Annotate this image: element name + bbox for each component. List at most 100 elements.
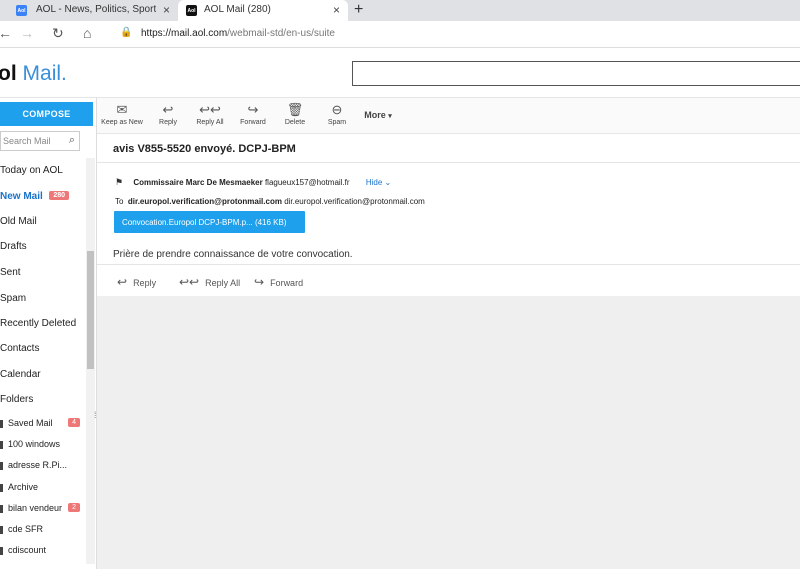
home-icon[interactable]: ⌂ [83,25,91,41]
browser-navbar: ← → ↻ ⌂ 🔒 https://mail.aol.com/webmail-s… [0,21,800,48]
compose-button[interactable]: COMPOSE [0,102,93,126]
reply-all-icon: ↩↩ [179,275,200,289]
sidebar-item-spam[interactable]: Spam [0,293,85,304]
reply-all-icon: ↩↩ [199,102,221,117]
address-bar[interactable]: https://mail.aol.com/webmail-std/en-us/s… [141,28,335,39]
folder-label: Saved Mail [8,418,53,428]
folder-item-cde-sfr[interactable]: cde SFR [0,524,84,534]
folder-marker [0,441,3,449]
sidebar-item-label: Spam [0,293,27,304]
action-label: Forward [270,278,304,288]
forward-button[interactable]: ↪ Forward [229,101,277,126]
hide-details-link[interactable]: Hide ⌄ [366,178,391,187]
folder-item-bilan-vendeur[interactable]: bilan vendeur 2 [0,503,84,513]
sidebar-item-new-mail[interactable]: New Mail 280 [0,191,85,202]
folder-item-archive[interactable]: Archive [0,482,84,492]
reply-icon: ↩ [162,102,174,117]
url-host: https://mail.aol.com [141,28,228,39]
sidebar: COMPOSE Search Mail ⌕ Today on AOL New M… [0,98,97,569]
reply-all-button[interactable]: ↩↩ Reply All [186,101,234,126]
close-icon[interactable]: × [163,3,170,17]
keep-as-new-button[interactable]: ✉ Keep as New [98,101,146,126]
recipient-email[interactable]: dir.europol.verification@protonmail.com [284,197,425,206]
delete-button[interactable]: 🗑 Delete [271,101,319,126]
forward-icon: ↪ [247,102,259,117]
scrollbar-thumb[interactable] [87,251,94,369]
action-label: Reply All [205,278,241,288]
sender-email[interactable]: flagueux157@hotmail.fr [265,178,350,187]
sidebar-item-contacts[interactable]: Contacts [0,343,85,354]
folder-item-saved-mail[interactable]: Saved Mail 4 [0,418,84,428]
back-arrow-icon[interactable]: ← [0,25,12,41]
aol-mail-header: ol Mail. [0,48,800,98]
empty-reading-area [97,296,800,569]
folder-label: 100 windows [8,439,61,449]
browser-tab-aol-mail[interactable]: Aol AOL Mail (280) × [178,0,348,21]
recipient-name[interactable]: dir.europol.verification@protonmail.com [128,197,282,206]
sidebar-item-today-on-aol[interactable]: Today on AOL [0,165,85,176]
message-toolbar: ✉ Keep as New ↩ Reply ↩↩ Reply All ↪ Forward… [97,98,800,134]
attachment-button[interactable]: Convocation.Europol DCPJ-BPM.p... (416 K… [114,211,305,233]
reply-button[interactable]: ↩ Reply [144,101,192,126]
sidebar-scrollbar[interactable] [86,158,95,564]
action-label: Reply [133,278,157,288]
sender-name[interactable]: Commissaire Marc De Mesmaeker [133,178,262,187]
message-from-row: ⚑ Commissaire Marc De Mesmaeker flagueux… [115,177,391,188]
button-label: More [364,110,386,120]
flag-icon[interactable]: ⚑ [115,177,123,187]
sidebar-item-folders[interactable]: Folders [0,394,85,405]
search-mail-input[interactable]: Search Mail ⌕ [0,131,80,151]
sidebar-item-calendar[interactable]: Calendar [0,369,85,380]
sidebar-item-sent[interactable]: Sent [0,267,85,278]
new-tab-button[interactable]: + [354,1,363,19]
folder-marker [0,547,3,555]
chevron-down-icon: ▾ [388,113,392,120]
folder-marker [0,420,3,428]
folder-item-cdiscount[interactable]: cdiscount [0,545,84,555]
lock-icon[interactable]: 🔒 [120,27,132,38]
folder-count-badge: 4 [68,418,80,427]
more-button[interactable]: More ▾ [358,110,398,120]
button-label: Reply All [196,119,224,126]
sidebar-item-recently-deleted[interactable]: Recently Deleted [0,318,85,329]
message-subject: avis V855-5520 envoyé. DCPJ-BPM [113,143,296,155]
forward-action-button[interactable]: ↪ Forward [254,275,303,289]
hide-label: Hide [365,178,383,187]
sidebar-item-label: Calendar [0,369,41,380]
sidebar-item-label: Old Mail [0,216,37,227]
header-search-input[interactable] [352,61,800,86]
unread-count-badge: 280 [49,191,69,200]
folder-item-100-windows[interactable]: 100 windows [0,439,84,449]
to-label: To [115,197,124,206]
folder-marker [0,462,3,470]
reply-action-button[interactable]: ↩ Reply [117,275,156,289]
folder-marker [0,526,3,534]
close-icon[interactable]: × [333,3,340,17]
browser-tab-strip: Aol AOL - News, Politics, Sports, Mail ×… [0,0,800,21]
sidebar-item-label: Drafts [0,241,27,252]
tab-title: AOL - News, Politics, Sports, Mail [36,4,156,15]
folder-item-adresse[interactable]: adresse R.Pi... [0,460,84,470]
folder-marker [0,484,3,492]
spam-button[interactable]: ⊖ Spam [313,101,361,126]
reply-icon: ↩ [117,275,128,289]
forward-arrow-icon[interactable]: → [20,25,34,41]
url-path: /webmail-std/en-us/suite [227,28,335,39]
browser-tab-aol-news[interactable]: Aol AOL - News, Politics, Sports, Mail × [0,0,178,21]
button-label: Keep as New [101,119,143,126]
aol-mail-logo[interactable]: ol Mail. [0,62,67,86]
logo-mail: Mail. [22,62,67,85]
folder-label: cde SFR [8,524,44,534]
logo-prefix: ol [0,62,17,85]
folder-count-badge: 2 [68,503,80,512]
search-icon[interactable]: ⌕ [69,134,75,147]
refresh-icon[interactable]: ↻ [52,25,64,42]
reply-all-action-button[interactable]: ↩↩ Reply All [179,275,240,289]
sidebar-item-label: Today on AOL [0,165,63,176]
envelope-icon: ✉ [116,102,128,117]
sidebar-item-drafts[interactable]: Drafts [0,241,85,252]
message-body: Prière de prendre connaissance de votre … [113,249,353,260]
sidebar-item-old-mail[interactable]: Old Mail [0,216,85,227]
search-placeholder: Search Mail [3,136,51,146]
folder-label: adresse R.Pi... [8,460,68,470]
